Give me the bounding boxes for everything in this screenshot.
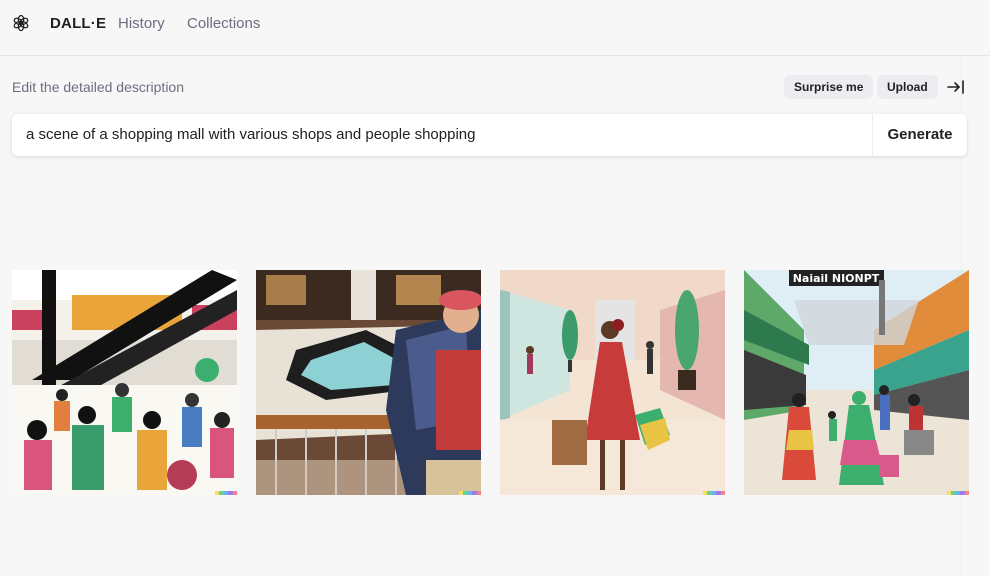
prompt-input[interactable] [12, 114, 886, 156]
dalle-signature [215, 491, 237, 495]
people-walking-outdoor-market-illustration: Naiail NIONPT [744, 270, 969, 495]
openai-logo-icon[interactable] [11, 13, 31, 33]
top-bar: DALL·E History Collections [0, 0, 990, 56]
nav-history[interactable]: History [118, 15, 165, 32]
nav-collections[interactable]: Collections [187, 15, 260, 32]
man-at-fountain-railing-photo [256, 270, 481, 495]
brand-title[interactable]: DALL·E [50, 15, 106, 32]
sign-text: Naiail NIONPT [793, 272, 880, 285]
result-image-3[interactable] [500, 270, 725, 495]
result-image-2[interactable] [256, 270, 481, 495]
surprise-me-button[interactable]: Surprise me [784, 75, 874, 99]
arrow-to-right-icon[interactable] [946, 79, 966, 95]
result-image-4[interactable]: Naiail NIONPT [744, 270, 969, 495]
crowd-escalator-illustration [12, 270, 237, 495]
woman-red-dress-shopping-bags-illustration [500, 270, 725, 495]
result-image-1[interactable] [12, 270, 237, 495]
dalle-signature [703, 491, 725, 495]
section-heading: Edit the detailed description [12, 79, 184, 95]
prompt-box: Generate [12, 114, 967, 156]
generate-button[interactable]: Generate [873, 114, 967, 156]
upload-button[interactable]: Upload [877, 75, 938, 99]
dalle-signature [947, 491, 969, 495]
dalle-signature [459, 491, 481, 495]
